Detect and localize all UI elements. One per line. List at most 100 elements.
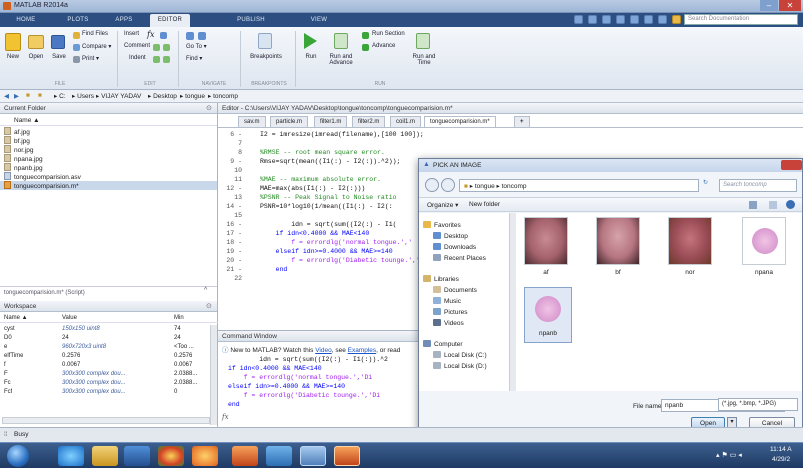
indent-button[interactable]: Indent: [129, 55, 146, 61]
fx-button[interactable]: fx: [147, 30, 154, 39]
file-item[interactable]: npana.jpg: [4, 154, 43, 163]
command-prompt[interactable]: fx: [222, 413, 229, 421]
comment-button[interactable]: Comment: [124, 43, 150, 49]
help-icon[interactable]: [672, 15, 681, 24]
vertical-scrollbar[interactable]: [210, 325, 217, 425]
code-line[interactable]: PSNR=10*log10(1/mean((I1(:) - I2(:: [260, 203, 393, 210]
file-type-filter[interactable]: (*.jpg, *.bmp, *.JPG): [718, 398, 798, 411]
file-label[interactable]: af: [521, 269, 571, 276]
new-button[interactable]: New: [2, 54, 24, 60]
insert-button[interactable]: Insert: [124, 31, 139, 37]
network-app-icon[interactable]: [300, 446, 326, 466]
tab-apps[interactable]: APPS: [108, 14, 140, 27]
table-row[interactable]: f 0.0067 0.0067: [0, 361, 218, 370]
code-line[interactable]: elseif idn>=0.4000 && MAE>=140: [260, 248, 393, 255]
word-icon[interactable]: [266, 446, 292, 466]
nav-scrollbar[interactable]: [509, 213, 516, 391]
table-row[interactable]: Fcf 300x300 complex dou... 0: [0, 388, 218, 397]
run-and-advance-icon[interactable]: [334, 33, 348, 49]
tab-particle[interactable]: particle.m: [270, 116, 309, 127]
name-column-header[interactable]: Name ▲: [0, 115, 217, 126]
goto-button[interactable]: Go To ▾: [186, 43, 207, 50]
panel-options-icon[interactable]: ⊙: [206, 104, 212, 112]
run-section-button[interactable]: Run Section: [372, 31, 405, 37]
media-player-icon[interactable]: [124, 446, 150, 466]
browse-folder-icon[interactable]: ■: [38, 92, 42, 99]
forward-arrow-icon[interactable]: ▶: [14, 92, 19, 100]
start-button-icon[interactable]: [7, 445, 29, 467]
help-icon[interactable]: [786, 200, 795, 209]
file-item[interactable]: tonguecomparision.asv: [4, 172, 81, 181]
tab-editor[interactable]: EDITOR: [150, 14, 190, 27]
code-line[interactable]: if idn<0.4000 && MAE<140: [260, 230, 370, 237]
breakpoints-icon[interactable]: [258, 33, 272, 49]
quick-access-paste-icon[interactable]: [616, 15, 625, 24]
nav-downloads[interactable]: Downloads: [433, 243, 476, 253]
file-explorer-icon[interactable]: [92, 446, 118, 466]
quick-access-copy-icon[interactable]: [602, 15, 611, 24]
nav-computer[interactable]: Computer: [423, 340, 463, 350]
tab-tonguecomparision[interactable]: tonguecomparision.m*: [424, 116, 496, 127]
breadcrumb-desktop[interactable]: ▸ Desktop: [148, 92, 177, 100]
refresh-icon[interactable]: ↻: [703, 179, 715, 192]
file-label[interactable]: npana: [739, 269, 789, 276]
forward-icon[interactable]: [441, 178, 455, 192]
clock-date[interactable]: 4/29/2: [772, 456, 790, 463]
search-input[interactable]: Search toncomp: [719, 179, 797, 192]
code-line[interactable]: f = errordlg('normal tongue.',': [260, 239, 412, 246]
file-item[interactable]: bf.jpg: [4, 136, 30, 145]
run-and-advance-button[interactable]: Run and Advance: [326, 54, 356, 66]
quick-access-redo-icon[interactable]: [644, 15, 653, 24]
breadcrumb-user[interactable]: ▸ VIJAY YADAV: [96, 92, 141, 100]
code-line[interactable]: I2 = imresize(imread(filename),[100 100]…: [260, 131, 424, 138]
nav-favorites[interactable]: Favorites: [423, 221, 461, 231]
view-options-icon[interactable]: [749, 201, 757, 209]
breadcrumb-toncomp[interactable]: ▸ toncomp: [208, 92, 238, 100]
code-line[interactable]: end: [260, 266, 288, 273]
minimize-button[interactable]: –: [760, 0, 778, 11]
code-line[interactable]: f = errordlg('Diabetic tounge.',': [260, 257, 420, 264]
matlab-active-icon[interactable]: [334, 446, 360, 466]
tab-filter2[interactable]: filter2.m: [352, 116, 386, 127]
video-link[interactable]: Video: [315, 347, 332, 354]
tab-home[interactable]: HOME: [8, 14, 44, 27]
nav-recent-places[interactable]: Recent Places: [433, 254, 486, 264]
save-button[interactable]: Save: [48, 54, 70, 60]
examples-link[interactable]: Examples: [348, 347, 377, 354]
run-icon[interactable]: [304, 33, 317, 49]
advance-button[interactable]: Advance: [372, 43, 395, 49]
forward-icon[interactable]: [198, 32, 206, 40]
nav-videos[interactable]: Videos: [433, 319, 464, 329]
nav-local-disk-d[interactable]: Local Disk (D:): [433, 362, 487, 372]
matlab-taskbar-icon[interactable]: [232, 446, 258, 466]
code-line[interactable]: %RMSE -- root mean square error.: [260, 149, 385, 156]
tab-coil1[interactable]: coil1.m: [390, 116, 422, 127]
file-item[interactable]: npanb.jpg: [4, 163, 43, 172]
indent-icon[interactable]: [153, 56, 160, 63]
preview-pane-icon[interactable]: [769, 201, 777, 209]
print-button[interactable]: Print ▾: [82, 55, 99, 62]
horizontal-scrollbar[interactable]: [2, 417, 210, 424]
col-value[interactable]: Value: [62, 314, 77, 323]
outdent-icon[interactable]: [163, 56, 170, 63]
insert-options-icon[interactable]: [160, 32, 167, 39]
back-arrow-icon[interactable]: ◀: [4, 92, 9, 100]
breadcrumb-c[interactable]: ▸ C:: [54, 92, 66, 100]
nav-desktop[interactable]: Desktop: [433, 232, 468, 242]
file-label[interactable]: nor: [665, 269, 715, 276]
quick-access-cut-icon[interactable]: [588, 15, 597, 24]
file-item[interactable]: af.jpg: [4, 127, 30, 136]
run-button[interactable]: Run: [300, 54, 322, 60]
thumbnail-af[interactable]: [524, 217, 568, 265]
thumbnail-nor[interactable]: [668, 217, 712, 265]
table-row[interactable]: D0 24 24: [0, 334, 218, 343]
code-line[interactable]: %MAE -- maximum absolute error.: [260, 176, 381, 183]
compare-button[interactable]: Compare ▾: [82, 43, 111, 50]
quick-access-undo-icon[interactable]: [630, 15, 639, 24]
tab-publish[interactable]: PUBLISH: [228, 14, 274, 27]
table-row[interactable]: F 300x300 complex dou... 2.0388...: [0, 370, 218, 379]
tray-icons[interactable]: ▴ ⚑ ▭ ◂: [716, 451, 742, 459]
file-label[interactable]: npanb: [523, 330, 573, 337]
quick-access-save-icon[interactable]: [574, 15, 583, 24]
run-and-time-icon[interactable]: [416, 33, 430, 49]
